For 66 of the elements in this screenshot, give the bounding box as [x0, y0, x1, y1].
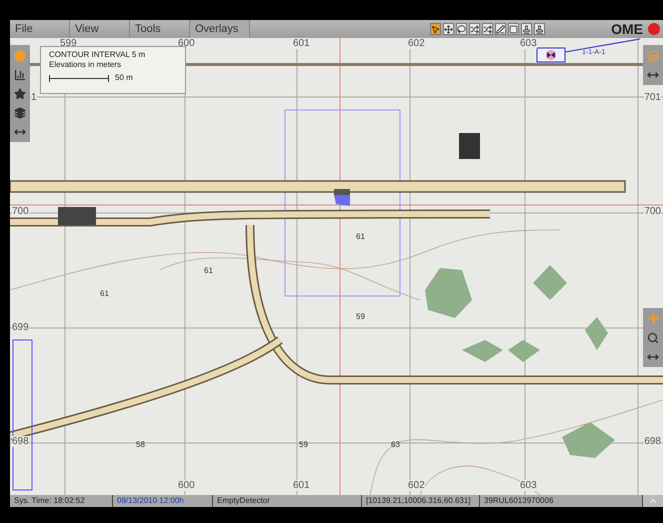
elevation-label: 63: [391, 440, 400, 449]
grid-label: 1: [31, 92, 37, 103]
elevation-label: 61: [204, 266, 213, 275]
scale-bar: [49, 74, 109, 82]
tool-button[interactable]: [443, 23, 454, 35]
stamp-icon: [535, 24, 544, 34]
lasso-icon: [457, 24, 466, 34]
tool-button[interactable]: [482, 23, 493, 35]
tool-button[interactable]: [534, 23, 545, 35]
grid-label: 699: [12, 322, 29, 333]
legend-title: CONTOUR INTERVAL 5 m: [49, 50, 146, 60]
flag-icon: [334, 189, 350, 206]
grid-label: 602: [408, 480, 425, 491]
system-time: Sys. Time: 18:02:52: [10, 495, 113, 507]
brand-logo: OME: [611, 21, 643, 37]
menu-item[interactable]: Overlays: [190, 20, 250, 38]
square-icon: [509, 24, 518, 34]
vegetation-area: [508, 340, 540, 362]
elevation-label: 61: [356, 232, 365, 241]
building: [58, 207, 96, 225]
legend-subtitle: Elevations in meters: [49, 60, 122, 70]
grid-label: 600: [178, 480, 195, 491]
vegetation-area: [562, 422, 615, 458]
tool-button[interactable]: [456, 23, 467, 35]
grid-label: 601: [293, 480, 310, 491]
grid-label: 698: [644, 436, 661, 447]
scale-label: 50 m: [115, 73, 133, 83]
tool-button[interactable]: [469, 23, 480, 35]
grid-label: 602: [408, 38, 425, 49]
star-icon: [14, 88, 26, 100]
move-icon: [444, 24, 453, 34]
grid-label: 701: [644, 92, 661, 103]
tool-button[interactable]: [521, 23, 532, 35]
bar-chart-icon: [14, 68, 26, 80]
pointer-icon: [431, 24, 440, 34]
vegetation-area: [533, 265, 567, 300]
detector-field: EmptyDetector: [213, 495, 362, 507]
plus-icon: [646, 312, 660, 325]
pen-icon: [496, 24, 505, 34]
coordinates-field: [10139.21,10006.316,60.631]: [362, 495, 480, 507]
circle-icon: [14, 50, 26, 62]
elevation-label: 61: [100, 289, 109, 298]
grid-label: 603: [520, 38, 537, 49]
elevation-label: 58: [136, 440, 145, 449]
layers-icon: [14, 106, 26, 118]
tool-button[interactable]: [508, 23, 519, 35]
tool-button[interactable]: [430, 23, 441, 35]
status-dot: [648, 23, 660, 35]
stack-icon: [647, 50, 659, 62]
date-field: 09/13/2010 12:00h: [113, 495, 213, 507]
shuffle-icon: [483, 24, 492, 34]
elevation-label: 59: [356, 312, 365, 321]
vegetation-area: [462, 340, 503, 362]
building: [459, 133, 480, 159]
shuffle-icon: [470, 24, 479, 34]
tool-button[interactable]: [495, 23, 506, 35]
search-icon: [647, 332, 659, 344]
grid-label: 700: [644, 206, 661, 217]
grid-label: 700: [12, 206, 29, 217]
elevation-label: 59: [299, 440, 308, 449]
grid-label: 698: [12, 436, 29, 447]
grid-label: 603: [520, 480, 537, 491]
vegetation-area: [585, 317, 608, 350]
grid-label: 601: [293, 38, 310, 49]
stamp-icon: [522, 24, 531, 34]
vegetation-area: [425, 268, 472, 318]
